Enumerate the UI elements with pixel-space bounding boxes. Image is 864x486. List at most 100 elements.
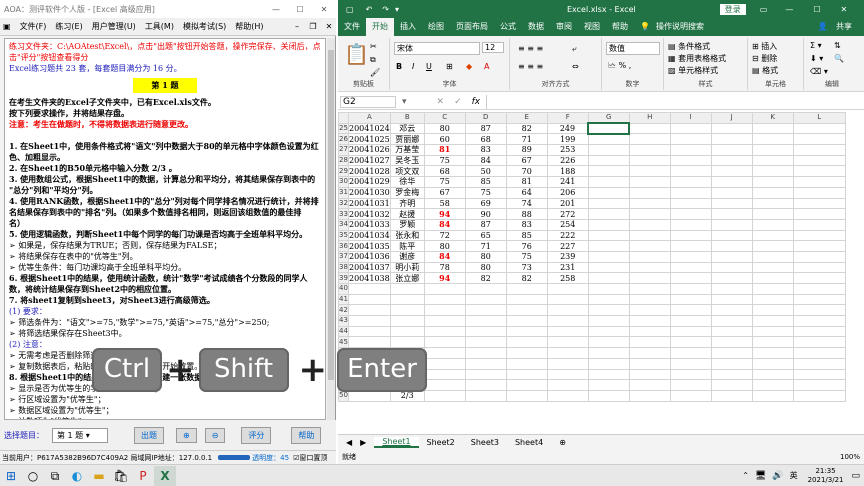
- cell[interactable]: 87: [464, 122, 507, 135]
- cell[interactable]: [669, 154, 712, 167]
- cell[interactable]: [669, 250, 712, 263]
- cell[interactable]: 72: [423, 229, 466, 242]
- cell[interactable]: [669, 133, 712, 146]
- cell[interactable]: [710, 304, 753, 317]
- cell[interactable]: [710, 315, 753, 327]
- find-icon[interactable]: 🔍: [834, 54, 844, 63]
- cell[interactable]: [710, 261, 753, 274]
- underline-icon[interactable]: U: [426, 62, 432, 71]
- cell[interactable]: 71: [464, 240, 507, 252]
- cell[interactable]: 75: [423, 154, 466, 167]
- cell[interactable]: [710, 347, 753, 359]
- cell[interactable]: 206: [546, 186, 589, 199]
- cell[interactable]: [792, 165, 846, 178]
- add-sheet-icon[interactable]: ⊕: [551, 438, 574, 447]
- cell[interactable]: 81: [423, 144, 466, 156]
- cell[interactable]: [546, 368, 589, 381]
- autosave-icon[interactable]: ▢: [346, 5, 354, 14]
- cell[interactable]: [669, 379, 712, 391]
- cell[interactable]: [546, 347, 589, 359]
- cell[interactable]: [751, 283, 794, 295]
- cell[interactable]: [587, 325, 630, 338]
- cell[interactable]: [669, 368, 712, 381]
- row-header[interactable]: 41: [338, 293, 349, 306]
- cell[interactable]: [628, 197, 671, 210]
- cell[interactable]: 88: [505, 208, 548, 220]
- cell[interactable]: 20041035: [348, 240, 391, 252]
- cell[interactable]: [751, 272, 794, 284]
- cell[interactable]: 75: [423, 176, 466, 188]
- cell[interactable]: [710, 154, 753, 167]
- column-header[interactable]: E: [505, 112, 548, 124]
- cell[interactable]: 94: [423, 208, 466, 220]
- cell[interactable]: [505, 325, 548, 338]
- question-select[interactable]: 第 1 题 ▾: [52, 427, 108, 443]
- quick-access-icon[interactable]: ▾: [395, 5, 399, 14]
- cell[interactable]: [587, 304, 630, 317]
- cell[interactable]: 万基莹: [389, 144, 425, 156]
- aoa-app-icon[interactable]: P: [132, 466, 154, 486]
- cell[interactable]: 70: [505, 165, 548, 178]
- cell[interactable]: [505, 357, 548, 370]
- cell[interactable]: [587, 122, 631, 135]
- cell[interactable]: [669, 304, 712, 317]
- cell[interactable]: [628, 133, 671, 146]
- row-header[interactable]: 44: [338, 325, 349, 338]
- cell[interactable]: [751, 122, 794, 135]
- cell[interactable]: 188: [546, 165, 589, 178]
- row-header[interactable]: 39: [338, 272, 349, 284]
- cell[interactable]: 58: [423, 197, 466, 210]
- cell[interactable]: [628, 208, 671, 220]
- cell[interactable]: [628, 304, 671, 317]
- cell[interactable]: [792, 347, 846, 359]
- formula-input[interactable]: [486, 94, 864, 109]
- cell[interactable]: [628, 272, 671, 284]
- fill-icon[interactable]: ⬇ ▾: [810, 54, 823, 63]
- cell[interactable]: [710, 208, 753, 220]
- cell[interactable]: [587, 368, 630, 381]
- cell[interactable]: [505, 336, 548, 349]
- format-painter-icon[interactable]: 🖌: [370, 68, 380, 77]
- cell[interactable]: 89: [505, 144, 548, 156]
- cell[interactable]: [710, 133, 753, 146]
- column-header[interactable]: J: [710, 112, 753, 124]
- cell[interactable]: [710, 293, 753, 306]
- cell[interactable]: [669, 197, 712, 210]
- cell[interactable]: 20041034: [348, 229, 391, 242]
- row-header[interactable]: 27: [338, 144, 349, 156]
- cell[interactable]: [348, 325, 391, 338]
- cell[interactable]: [751, 240, 794, 252]
- cell[interactable]: [669, 165, 712, 178]
- cell[interactable]: [423, 315, 466, 327]
- cell[interactable]: 90: [464, 208, 507, 220]
- cell[interactable]: [669, 208, 712, 220]
- cell[interactable]: 张立娜: [389, 272, 425, 284]
- autosum-icon[interactable]: Σ ▾: [810, 41, 822, 50]
- tab-nav-left-icon[interactable]: ◀: [338, 438, 360, 447]
- cell[interactable]: [587, 261, 630, 274]
- column-header[interactable]: B: [389, 112, 425, 124]
- cell[interactable]: [505, 379, 548, 391]
- cell[interactable]: [423, 325, 466, 338]
- cell[interactable]: 80: [423, 240, 466, 252]
- cell[interactable]: 20041026: [348, 144, 391, 156]
- cell[interactable]: 83: [505, 218, 548, 231]
- cell[interactable]: [792, 208, 846, 220]
- name-box[interactable]: G2: [340, 95, 396, 108]
- cell[interactable]: [669, 261, 712, 274]
- cell[interactable]: 20041025: [348, 133, 391, 146]
- row-header[interactable]: 35: [338, 229, 349, 242]
- cell[interactable]: [423, 368, 466, 381]
- file-explorer-icon[interactable]: ▬: [88, 466, 110, 486]
- cell[interactable]: [710, 272, 753, 284]
- cell[interactable]: [587, 272, 630, 284]
- tell-me-search[interactable]: 操作说明搜索: [656, 18, 710, 36]
- cell[interactable]: [464, 357, 507, 370]
- cell[interactable]: 20041037: [348, 261, 391, 274]
- cell[interactable]: [792, 154, 846, 167]
- tab-review[interactable]: 审阅: [550, 18, 578, 36]
- cell[interactable]: [464, 368, 507, 381]
- cell[interactable]: [669, 240, 712, 252]
- cell[interactable]: [669, 229, 712, 242]
- menu-practice[interactable]: 练习(E): [55, 21, 82, 32]
